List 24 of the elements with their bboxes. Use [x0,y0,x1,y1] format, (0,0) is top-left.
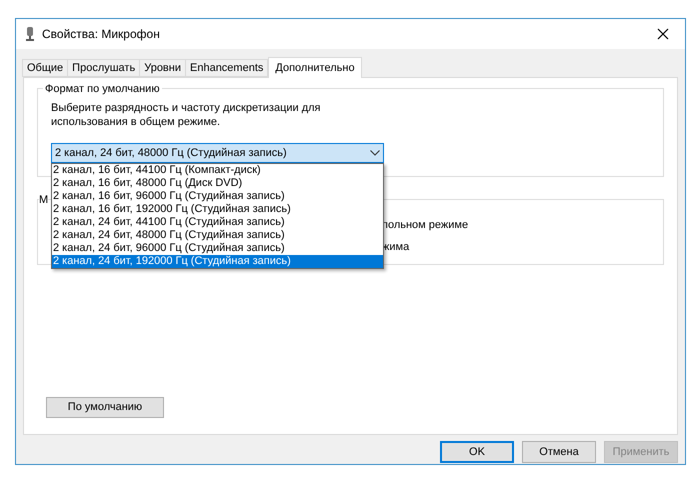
option-label: польном режиме [382,218,470,233]
dialog-button[interactable]: Отмена [522,441,596,463]
chevron-icon [370,150,380,156]
close-icon [657,28,669,40]
dialog-button[interactable]: OK [440,441,514,463]
tab[interactable]: Общие [22,59,68,77]
tab[interactable]: Дополнительно [268,57,362,78]
dropdown-option[interactable]: 2 канал, 24 бит, 44100 Гц (Студийная запись) [52,216,383,229]
dropdown-option[interactable]: 2 канал, 16 бит, 96000 Гц (Студийная запись) [52,190,383,203]
format-dropdown[interactable]: 2 канал, 24 бит, 48000 Гц (Студийная запись) [51,143,384,163]
group-title: Формат по умолчанию [43,81,162,98]
dropdown-option[interactable]: 2 канал, 24 бит, 96000 Гц (Студийная запись) [52,242,383,255]
window-title: Свойства: Микрофон [42,26,160,43]
restore-defaults-button[interactable]: По умолчанию [46,397,164,418]
tab[interactable]: Прослушать [67,59,140,77]
dropdown-option[interactable]: 2 канал, 24 бит, 48000 Гц (Студийная запись) [52,229,383,242]
dropdown-option[interactable]: 2 канал, 16 бит, 48000 Гц (Диск DVD) [52,177,383,190]
dropdown-option[interactable]: 2 канал, 24 бит, 192000 Гц (Студийная запись) [52,255,383,268]
description-text: Выберите разрядность и частоту дискретизации для использования в общем режиме. [51,101,322,129]
tab[interactable]: Уровни [139,59,186,77]
dropdown-option[interactable]: 2 канал, 16 бит, 44100 Гц (Компакт-диск) [52,164,383,177]
dropdown-option[interactable]: 2 канал, 16 бит, 192000 Гц (Студийная запись) [52,203,383,216]
microphone-icon [26,27,34,41]
tab[interactable]: Enhancements [185,59,268,77]
